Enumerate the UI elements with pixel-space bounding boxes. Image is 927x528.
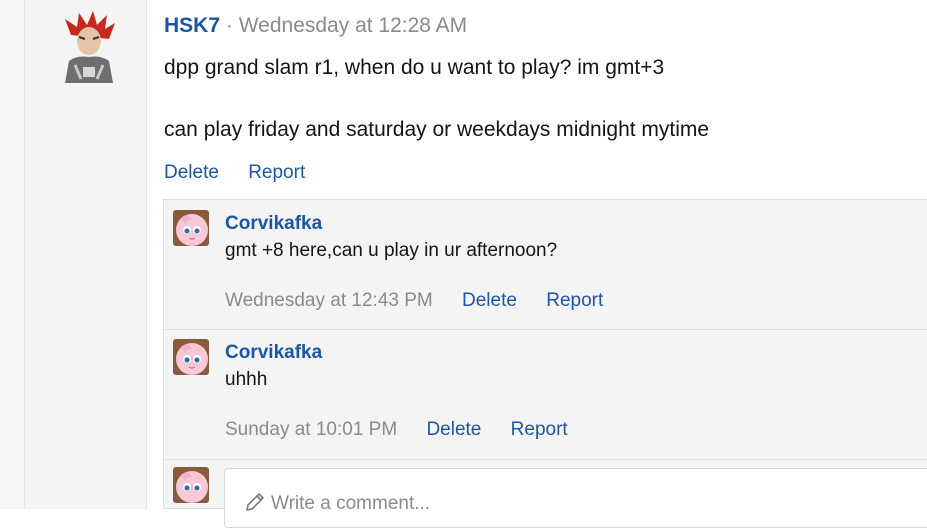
comment-delete-link[interactable]: Delete: [426, 419, 481, 440]
commenter-avatar[interactable]: [173, 210, 209, 246]
poster-avatar[interactable]: [57, 9, 121, 83]
comment-meta: Sunday at 10:01 PM Delete Report: [225, 418, 568, 442]
comment-report-link[interactable]: Report: [511, 419, 568, 440]
meta-separator: ·: [225, 14, 233, 37]
comment-meta: Wednesday at 12:43 PM Delete Report: [225, 289, 603, 313]
current-user-avatar: [173, 467, 209, 503]
comment-username[interactable]: Corvikafka: [225, 212, 322, 236]
comment-timestamp[interactable]: Wednesday at 12:43 PM: [225, 290, 433, 311]
left-gutter: [0, 0, 25, 509]
post-text-line: can play friday and saturday or weekdays…: [164, 118, 710, 141]
post-username[interactable]: HSK7: [164, 14, 220, 37]
post-actions: Delete Report: [164, 160, 305, 186]
pencil-icon: [246, 493, 264, 511]
comment-username[interactable]: Corvikafka: [225, 341, 322, 365]
comment-item: Corvikafka uhhh Sunday at 10:01 PM Delet…: [164, 329, 927, 460]
post-delete-link[interactable]: Delete: [164, 162, 219, 183]
comment-text: gmt +8 here,can u play in ur afternoon?: [225, 240, 558, 261]
comments-section: Corvikafka gmt +8 here,can u play in ur …: [163, 199, 927, 528]
comment-timestamp[interactable]: Sunday at 10:01 PM: [225, 419, 397, 440]
post-timestamp[interactable]: Wednesday at 12:28 AM: [239, 14, 467, 37]
reply-row: Write a comment...: [164, 459, 927, 528]
comment-item: Corvikafka gmt +8 here,can u play in ur …: [164, 200, 927, 330]
comment-input-placeholder: Write a comment...: [271, 493, 431, 514]
post-header: HSK7 · Wednesday at 12:28 AM: [164, 12, 467, 40]
comment-input[interactable]: Write a comment...: [224, 468, 927, 528]
comment-delete-link[interactable]: Delete: [462, 290, 517, 311]
post-report-link[interactable]: Report: [248, 162, 305, 183]
comment-text: uhhh: [225, 369, 268, 390]
comment-report-link[interactable]: Report: [546, 290, 603, 311]
commenter-avatar[interactable]: [173, 339, 209, 375]
author-column: [25, 0, 147, 509]
post-body: dpp grand slam r1, when do u want to pla…: [164, 54, 904, 144]
post-text-line: dpp grand slam r1, when do u want to pla…: [164, 56, 665, 79]
